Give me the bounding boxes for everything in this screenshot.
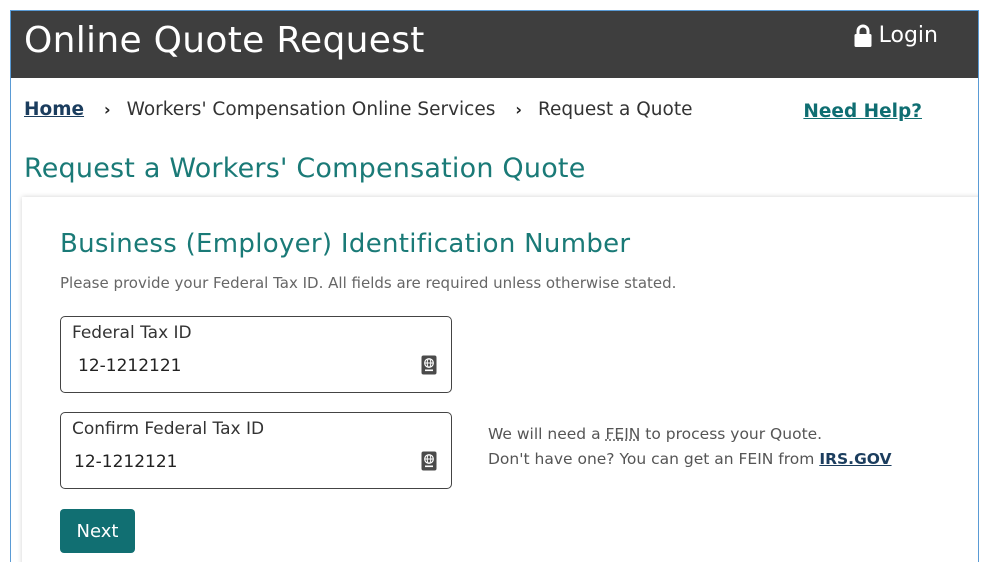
login-label: Login (878, 23, 938, 48)
lock-icon (854, 24, 872, 47)
fein-info-line-1: We will need a FEIN to process your Quot… (488, 422, 892, 447)
irs-gov-link[interactable]: IRS.GOV (819, 450, 891, 468)
federal-tax-id-field[interactable]: Federal Tax ID (60, 316, 452, 393)
browser-frame: Online Quote Request Login Home › Worker… (10, 10, 979, 562)
form-card: Business (Employer) Identification Numbe… (22, 197, 978, 562)
section-title: Business (Employer) Identification Numbe… (60, 229, 631, 259)
fein-info-text: We will need a FEIN to process your Quot… (488, 422, 892, 472)
confirm-federal-tax-id-input[interactable] (74, 452, 394, 472)
fein-abbreviation: FEIN (605, 425, 641, 443)
login-button[interactable]: Login (853, 23, 938, 48)
fein-info-suffix: to process your Quote. (640, 425, 823, 443)
need-help-link[interactable]: Need Help? (803, 101, 922, 122)
passport-icon (421, 451, 437, 471)
app-title: Online Quote Request (24, 20, 425, 61)
breadcrumb: Home › Workers' Compensation Online Serv… (24, 99, 692, 120)
next-button[interactable]: Next (60, 509, 135, 553)
fein-info-prefix: We will need a (488, 425, 606, 443)
federal-tax-id-input[interactable] (78, 356, 398, 376)
form-instructions: Please provide your Federal Tax ID. All … (60, 274, 677, 292)
breadcrumb-item-request-quote: Request a Quote (537, 99, 693, 120)
page-title: Request a Workers' Compensation Quote (24, 153, 586, 184)
passport-icon (421, 355, 437, 375)
fein-info-line2-text: Don't have one? You can get an FEIN from (488, 450, 820, 468)
federal-tax-id-label: Federal Tax ID (72, 323, 192, 343)
confirm-federal-tax-id-field[interactable]: Confirm Federal Tax ID (60, 412, 452, 489)
breadcrumb-item-workers-comp: Workers' Compensation Online Services (126, 99, 496, 120)
chevron-right-icon: › (515, 100, 522, 119)
fein-info-line-2: Don't have one? You can get an FEIN from… (488, 447, 892, 472)
confirm-federal-tax-id-label: Confirm Federal Tax ID (72, 419, 265, 439)
chevron-right-icon: › (104, 100, 111, 119)
app-header: Online Quote Request Login (11, 11, 978, 78)
breadcrumb-home-link[interactable]: Home (24, 99, 84, 120)
